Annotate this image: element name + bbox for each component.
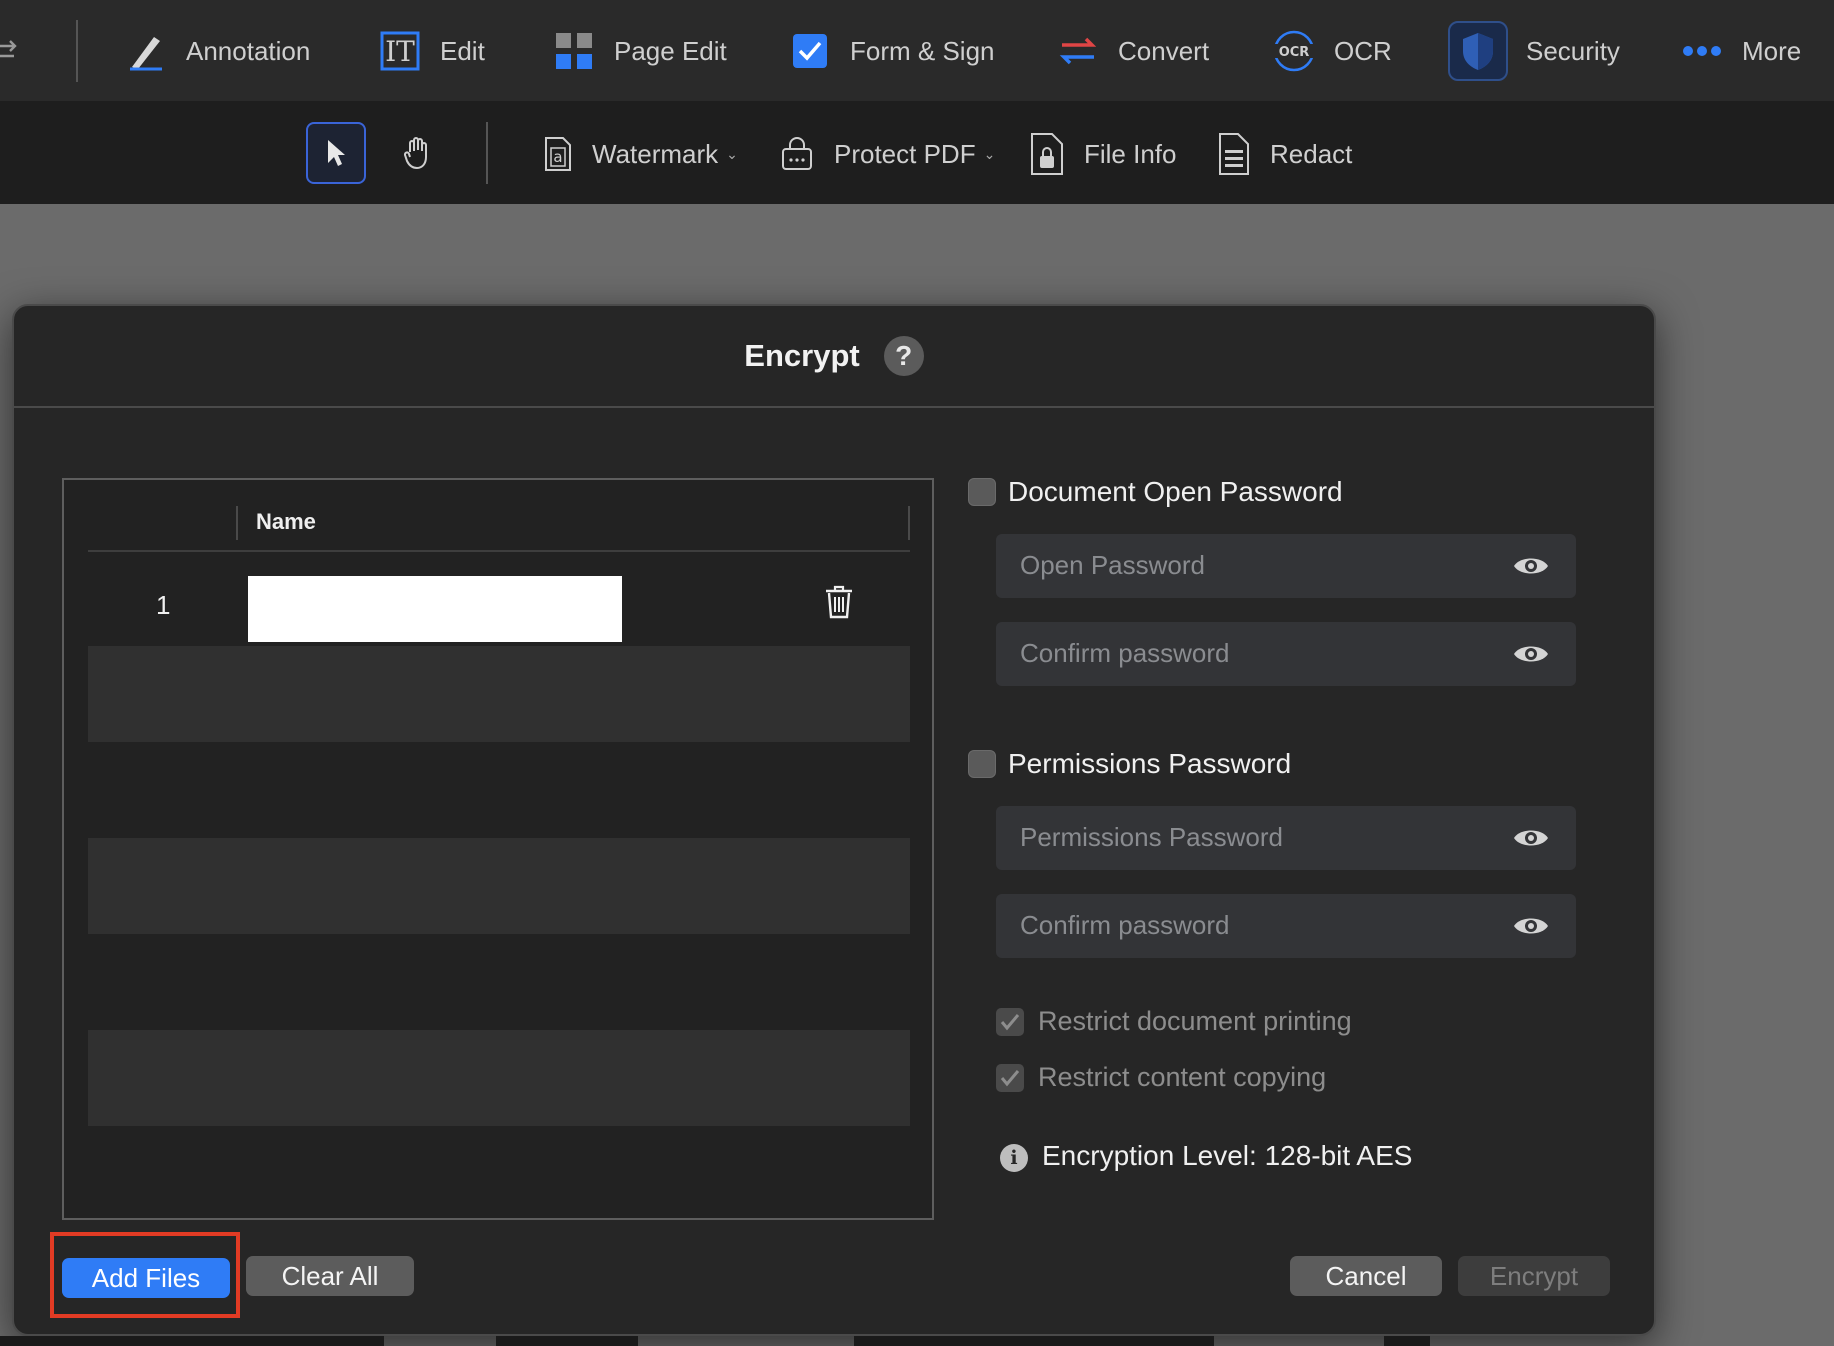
select-tool-button[interactable] <box>306 122 366 184</box>
info-icon: i <box>1000 1144 1028 1172</box>
watermark-menu[interactable]: a Watermark ⌄ <box>544 130 738 178</box>
row-index: 1 <box>156 590 171 620</box>
permissions-password-checkbox[interactable] <box>968 750 996 778</box>
permissions-password-label: Permissions Password <box>1008 748 1292 779</box>
encrypt-dialog: Encrypt ? Name 1 Document Open Password … <box>12 304 1656 1336</box>
open-password-field[interactable]: Open Password <box>996 534 1576 598</box>
pen-icon <box>124 29 168 73</box>
eye-icon[interactable] <box>1512 552 1550 580</box>
file-list-table: Name 1 <box>62 478 934 1220</box>
svg-text:IT: IT <box>385 35 415 68</box>
toolbar-page-edit-label: Page Edit <box>614 35 727 66</box>
toolbar-edit-label: Edit <box>440 35 485 66</box>
permissions-password-confirm-placeholder: Confirm password <box>1020 910 1230 940</box>
hand-icon <box>403 137 427 170</box>
svg-text:OCR: OCR <box>1279 45 1310 60</box>
bottom-strip <box>496 1336 638 1346</box>
permissions-password-field[interactable]: Permissions Password <box>996 806 1576 870</box>
column-divider[interactable] <box>236 506 238 540</box>
table-row[interactable]: 1 <box>88 562 910 658</box>
toolbar-annotation[interactable]: Annotation <box>124 22 310 80</box>
redact-label: Redact <box>1270 138 1353 169</box>
file-info-label: File Info <box>1084 138 1177 169</box>
permissions-password-confirm-field[interactable]: Confirm password <box>996 894 1576 958</box>
trash-icon[interactable] <box>824 584 858 624</box>
cancel-button[interactable]: Cancel <box>1290 1256 1442 1296</box>
toolbar-edit[interactable]: IT Edit <box>378 22 485 80</box>
eye-icon[interactable] <box>1512 912 1550 940</box>
restrict-copying-checkbox[interactable] <box>996 1064 1024 1092</box>
file-lock-icon <box>1031 133 1063 175</box>
file-info-button[interactable]: File Info <box>1030 130 1177 178</box>
toolbar-security-label: Security <box>1526 35 1620 66</box>
clear-all-button[interactable]: Clear All <box>246 1256 414 1296</box>
ocr-icon: OCR <box>1272 29 1316 73</box>
table-row-empty <box>88 1030 910 1126</box>
column-header-name[interactable]: Name <box>256 509 316 535</box>
eye-icon[interactable] <box>1512 824 1550 852</box>
toolbar-page-edit[interactable]: Page Edit <box>552 22 727 80</box>
redact-document-icon <box>1219 133 1249 175</box>
table-row-empty <box>88 646 910 742</box>
grid-icon <box>552 29 596 73</box>
toolbar-annotation-label: Annotation <box>186 35 311 66</box>
protect-pdf-menu[interactable]: Protect PDF ⌄ <box>780 130 995 178</box>
redact-button[interactable]: Redact <box>1218 130 1352 178</box>
restrict-printing-checkbox[interactable] <box>996 1008 1024 1036</box>
bottom-strip <box>0 1336 384 1346</box>
dialog-header: Encrypt ? <box>14 306 1654 408</box>
toolbar-ocr-label: OCR <box>1334 35 1392 66</box>
toolbar-form-sign[interactable]: Form & Sign <box>788 22 995 80</box>
bottom-strip <box>1384 1336 1430 1346</box>
open-password-confirm-placeholder: Confirm password <box>1020 638 1230 668</box>
help-button[interactable]: ? <box>883 336 924 376</box>
file-name-redacted <box>248 576 622 642</box>
hand-tool-button[interactable] <box>388 122 448 184</box>
open-password-label: Document Open Password <box>1008 476 1343 507</box>
main-toolbar: Annotation IT Edit Page Edit Form & Sign… <box>0 0 1834 102</box>
toolbar-divider <box>76 20 78 82</box>
encryption-level-text: Encryption Level: 128-bit AES <box>1042 1140 1413 1171</box>
watermark-label: Watermark <box>592 138 719 169</box>
toolbar-security[interactable]: Security <box>1448 21 1620 81</box>
checkmark-icon <box>1000 1070 1020 1087</box>
toolbar-ocr[interactable]: OCR OCR <box>1272 22 1392 80</box>
chevron-down-icon: ⌄ <box>726 145 738 162</box>
open-password-placeholder: Open Password <box>1020 550 1205 580</box>
column-divider[interactable] <box>908 506 910 540</box>
convert-icon <box>1056 29 1100 73</box>
watermark-icon: a <box>545 137 571 171</box>
svg-text:a: a <box>553 148 562 166</box>
toolbar-form-sign-label: Form & Sign <box>850 35 995 66</box>
open-password-checkbox[interactable] <box>968 478 996 506</box>
cursor-arrow-icon <box>328 140 345 166</box>
bottom-strip <box>854 1336 1214 1346</box>
lock-box-icon <box>782 137 812 170</box>
open-password-confirm-field[interactable]: Confirm password <box>996 622 1576 686</box>
restrict-printing-label: Restrict document printing <box>1038 1006 1352 1036</box>
checkbox-icon <box>788 29 832 73</box>
table-row-empty <box>88 838 910 934</box>
restrict-copying-label: Restrict content copying <box>1038 1062 1327 1092</box>
table-header: Name <box>88 494 910 552</box>
back-arrow-icon[interactable] <box>0 36 20 66</box>
protect-pdf-label: Protect PDF <box>834 138 976 169</box>
permissions-password-placeholder: Permissions Password <box>1020 822 1283 852</box>
subtoolbar-divider <box>486 122 488 184</box>
text-edit-icon: IT <box>378 29 422 73</box>
chevron-down-icon: ⌄ <box>983 145 996 162</box>
checkmark-icon <box>1000 1014 1020 1031</box>
toolbar-convert-label: Convert <box>1118 35 1210 66</box>
add-files-highlight <box>50 1232 240 1318</box>
eye-icon[interactable] <box>1512 640 1550 668</box>
toolbar-more[interactable]: More <box>1680 22 1801 80</box>
shield-icon <box>1448 21 1508 81</box>
toolbar-more-label: More <box>1742 35 1802 66</box>
dialog-title: Encrypt <box>744 338 860 373</box>
more-dots-icon <box>1680 29 1724 73</box>
encrypt-button[interactable]: Encrypt <box>1458 1256 1610 1296</box>
toolbar-convert[interactable]: Convert <box>1056 22 1209 80</box>
